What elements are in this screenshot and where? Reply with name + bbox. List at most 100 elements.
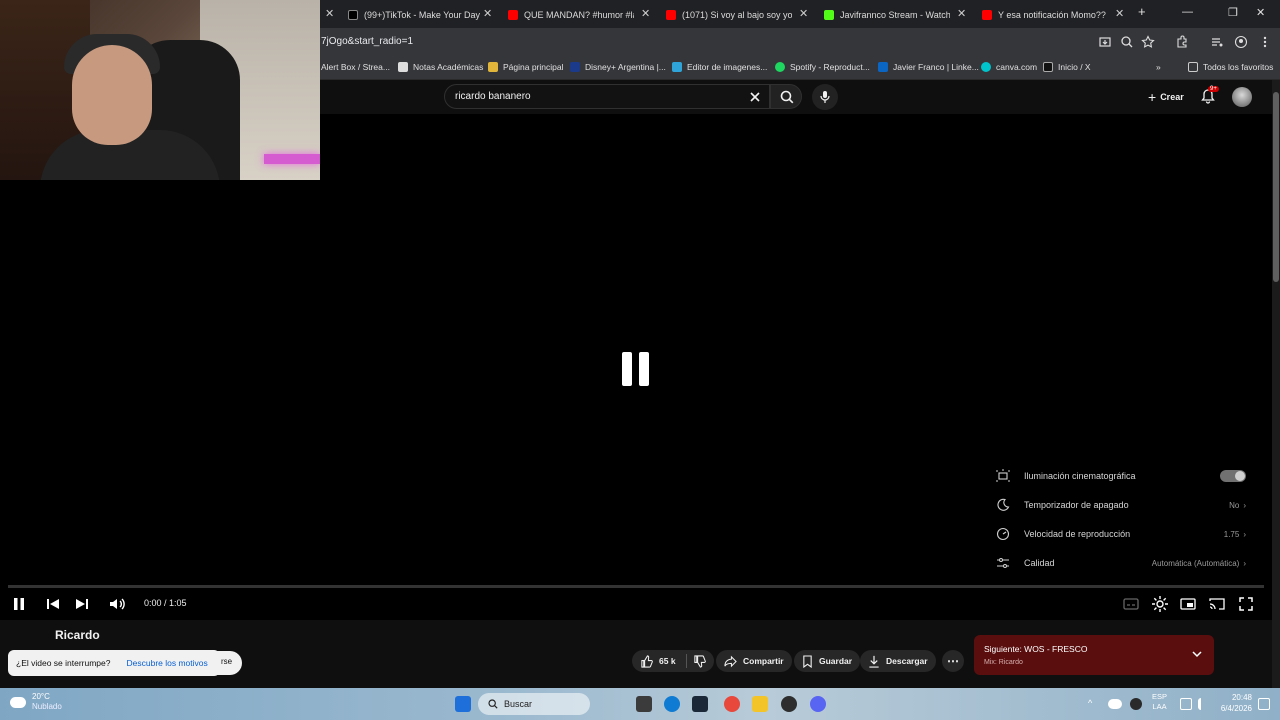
download-icon <box>869 655 879 668</box>
bookmark-item[interactable]: Inicio / X <box>1043 62 1091 72</box>
discord-icon[interactable] <box>810 696 826 712</box>
bookmark-item[interactable]: Alert Box / Strea... <box>321 62 390 72</box>
tab-youtube-2[interactable]: (1071) Si voy al bajo soy yo - Yo <box>666 4 792 26</box>
quality-label: Calidad <box>1024 558 1055 568</box>
obs-icon[interactable] <box>781 696 797 712</box>
tab-close-icon[interactable]: ✕ <box>1115 7 1124 20</box>
tab-youtube-1[interactable]: QUE MANDAN? #humor #laco <box>508 4 634 26</box>
share-button[interactable]: Compartir <box>716 650 792 672</box>
edge-icon[interactable] <box>664 696 680 712</box>
task-view-icon[interactable] <box>636 696 652 712</box>
download-button[interactable]: Descargar <box>860 650 936 672</box>
settings-gear-icon[interactable] <box>1150 594 1170 614</box>
tab-title: (99+)TikTok - Make Your Day <box>364 10 480 20</box>
up-next-card[interactable]: Siguiente: WOS - FRESCO Mix: Ricardo <box>974 635 1214 675</box>
bookmark-item[interactable]: Editor de imagenes... <box>672 62 767 72</box>
chrome-icon[interactable] <box>724 696 740 712</box>
notification-center-icon[interactable] <box>1258 698 1270 710</box>
cast-icon[interactable] <box>1207 594 1227 614</box>
install-app-icon[interactable] <box>1098 35 1112 49</box>
bookmark-item[interactable]: Disney+ Argentina |... <box>570 62 666 72</box>
volume-icon[interactable] <box>107 594 127 614</box>
ambient-toggle[interactable] <box>1220 470 1246 482</box>
miniplayer-icon[interactable] <box>1178 594 1198 614</box>
tiktok-icon <box>348 10 358 20</box>
scrollbar-thumb[interactable] <box>1273 92 1279 282</box>
like-icon[interactable] <box>640 654 653 668</box>
steam-icon[interactable] <box>692 696 708 712</box>
create-label: Crear <box>1160 92 1184 102</box>
create-button[interactable]: + Crear <box>1140 86 1192 108</box>
tray-overflow-icon[interactable]: ^ <box>1088 698 1092 708</box>
windows-taskbar: 20°C Nublado Buscar ^ ESP LAA 20:48 6/4/… <box>0 688 1280 720</box>
next-icon[interactable] <box>72 594 92 614</box>
tab-close-icon[interactable]: ✕ <box>641 7 650 20</box>
windows-start-icon[interactable] <box>455 696 471 712</box>
system-clock[interactable]: 20:48 6/4/2026 <box>1216 692 1252 714</box>
bookmark-label: Página principal <box>503 62 564 72</box>
microphone-icon <box>820 91 830 103</box>
tray-app-icon[interactable] <box>1130 698 1142 710</box>
weather-widget[interactable]: 20°C Nublado <box>10 692 62 712</box>
save-button[interactable]: Guardar <box>794 650 861 672</box>
minimize-icon[interactable]: — <box>1182 6 1193 18</box>
bookmark-item[interactable]: Página principal <box>488 62 563 72</box>
bookmark-item[interactable]: Javier Franco | Linke... <box>878 62 979 72</box>
all-bookmarks[interactable]: Todos los favoritos <box>1188 62 1273 72</box>
tab-title: Javifrannco Stream - Watch Liv <box>840 10 950 20</box>
tab-youtube-3[interactable]: Y esa notificación Momo?? - Yo <box>982 4 1108 26</box>
page-scrollbar[interactable] <box>1272 80 1280 688</box>
settings-sleep-timer[interactable]: Temporizador de apagado No › <box>986 491 1256 519</box>
new-tab-icon[interactable]: + <box>1138 4 1146 19</box>
fullscreen-icon[interactable] <box>1236 594 1256 614</box>
media-controls-icon[interactable] <box>1210 35 1224 49</box>
bookmark-item[interactable]: canva.com <box>981 62 1037 72</box>
tab-close-icon[interactable]: ✕ <box>957 7 966 20</box>
address-bar[interactable]: 7jOgo&start_radio=1 <box>320 28 1280 56</box>
webcam-overlay <box>0 0 320 180</box>
settings-playback-speed[interactable]: Velocidad de reproducción 1.75 › <box>986 520 1256 548</box>
maximize-icon[interactable]: ❐ <box>1228 6 1238 19</box>
avatar[interactable] <box>1232 87 1252 107</box>
settings-ambient-mode[interactable]: Iluminación cinematográfica <box>986 462 1256 490</box>
speaker-icon[interactable] <box>1198 698 1210 710</box>
taskbar-search[interactable]: Buscar <box>478 693 590 715</box>
quality-value: Automática (Automática) <box>1151 558 1240 568</box>
extensions-icon[interactable] <box>1175 35 1189 49</box>
tab-close-icon[interactable]: ✕ <box>483 7 492 20</box>
progress-bar[interactable] <box>8 585 1264 588</box>
chevron-down-icon[interactable] <box>1190 647 1204 661</box>
display-icon[interactable] <box>1180 698 1192 710</box>
clear-search-icon[interactable] <box>749 91 761 103</box>
bookmarks-overflow-icon[interactable]: » <box>1156 62 1161 72</box>
tab-kick[interactable]: Javifrannco Stream - Watch Liv <box>824 4 950 26</box>
chevron-right-icon: › <box>1243 558 1246 568</box>
tab-close-icon[interactable]: ✕ <box>325 7 334 20</box>
tab-close-icon[interactable]: ✕ <box>799 7 808 20</box>
bookmark-item[interactable]: Notas Académicas <box>398 62 483 72</box>
onedrive-icon[interactable] <box>1108 699 1122 709</box>
voice-search-button[interactable] <box>812 84 838 110</box>
language-indicator[interactable]: ESP LAA <box>1152 692 1167 712</box>
zoom-icon[interactable] <box>1120 35 1134 49</box>
search-input[interactable]: ricardo bananero <box>444 84 770 109</box>
spotify-icon <box>775 62 785 72</box>
youtube-header: ricardo bananero + Crear 9+ <box>320 80 1272 114</box>
bookmark-item[interactable]: Spotify - Reproduct... <box>775 62 870 72</box>
subscribe-label: rse <box>221 657 233 666</box>
tab-tiktok[interactable]: (99+)TikTok - Make Your Day <box>348 4 488 26</box>
settings-quality[interactable]: Calidad Automática (Automática) › <box>986 549 1256 577</box>
url-text[interactable]: 7jOgo&start_radio=1 <box>321 36 413 47</box>
profile-icon[interactable] <box>1234 35 1248 49</box>
search-button[interactable] <box>770 84 802 109</box>
star-icon[interactable] <box>1141 35 1155 49</box>
pause-icon[interactable] <box>9 594 29 614</box>
menu-icon[interactable] <box>1258 35 1272 49</box>
close-window-icon[interactable]: ✕ <box>1256 6 1265 19</box>
toast-link[interactable]: Descubre los motivos <box>127 658 208 668</box>
more-actions-button[interactable]: ⋯ <box>942 650 964 672</box>
file-explorer-icon[interactable] <box>752 696 768 712</box>
dislike-icon[interactable] <box>693 654 706 668</box>
subtitles-icon[interactable] <box>1121 594 1141 614</box>
previous-icon[interactable] <box>43 594 63 614</box>
